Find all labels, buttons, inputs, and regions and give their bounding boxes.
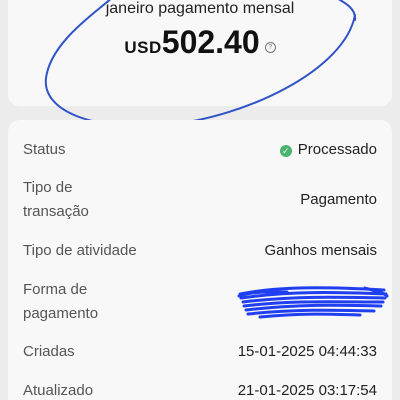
amount-value: 502.40 — [161, 24, 260, 60]
updated-value: 21-01-2025 03:17:54 — [237, 382, 377, 399]
created-label: Criadas — [23, 343, 75, 360]
payment-detail-screen: janeiro pagamento mensal USD502.40? Stat… — [0, 0, 400, 400]
payment-method-label: Forma de pagamento — [23, 278, 98, 326]
created-value: 15-01-2025 04:44:33 — [237, 343, 377, 360]
transaction-type-label: Tipo de transação — [23, 176, 89, 224]
info-icon[interactable]: ? — [264, 42, 276, 53]
activity-type-value: Ganhos mensais — [264, 242, 377, 259]
status-value: Processado — [297, 141, 377, 158]
activity-type-label: Tipo de atividade — [23, 242, 137, 259]
currency-code: USD — [124, 38, 162, 57]
payment-amount: USD502.40? — [0, 24, 400, 61]
payment-title: janeiro pagamento mensal — [105, 0, 295, 17]
payment-method-label-line1: Forma de — [23, 281, 88, 298]
updated-label: Atualizado — [23, 382, 94, 399]
transaction-type-value: Pagamento — [300, 191, 377, 208]
transaction-type-label-line1: Tipo de — [23, 179, 73, 196]
check-circle-icon: ✓ — [279, 145, 292, 157]
status-value-container: ✓ Processado — [279, 138, 377, 162]
payment-method-label-line2: pagamento — [23, 305, 99, 322]
transaction-type-label-line2: transação — [23, 203, 89, 220]
status-label: Status — [23, 141, 66, 158]
